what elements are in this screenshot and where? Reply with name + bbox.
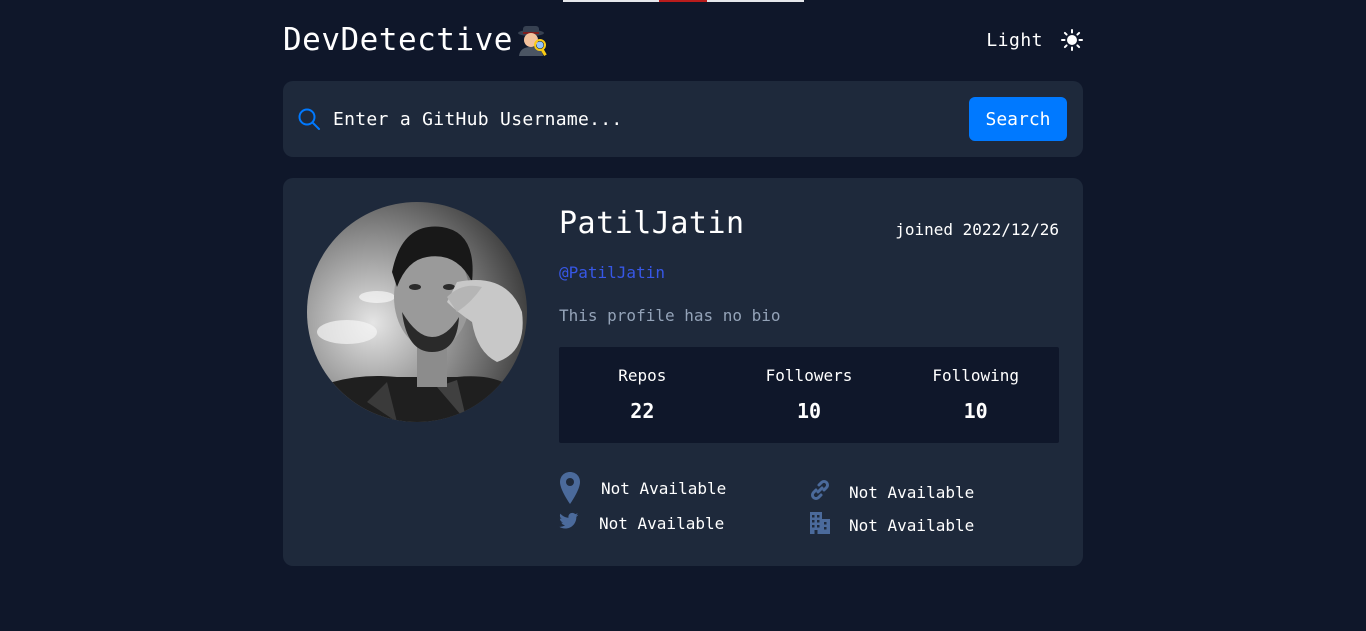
app-container: DevDetective Light Enter a GitHub Userna… [283,0,1083,566]
stat-following: Following 10 [892,347,1059,443]
stat-followers: Followers 10 [726,347,893,443]
search-input[interactable] [331,107,969,131]
theme-label: Light [986,29,1043,51]
name-row: PatilJatin joined 2022/12/26 [559,202,1059,241]
stat-label: Repos [618,366,667,385]
building-icon [809,511,831,539]
link-icon [809,479,831,505]
detective-emoji-icon [515,23,549,57]
bio: This profile has no bio [559,306,781,325]
theme-toggle[interactable]: Light [986,29,1083,51]
twitter-text[interactable]: Not Available [599,514,724,533]
brand: DevDetective [283,22,549,58]
twitter-icon [559,511,579,535]
website-item: Not Available [809,479,974,505]
twitter-item: Not Available [559,511,724,535]
search-icon [297,107,321,131]
profile-name: PatilJatin [559,206,745,241]
stats-panel: Repos 22 Followers 10 Following 10 [559,347,1059,443]
company-text: Not Available [849,515,975,535]
stat-label: Followers [765,366,853,385]
location-item: Not Available [559,471,726,509]
sun-icon [1061,29,1083,51]
stat-repos: Repos 22 [559,347,726,443]
stat-value: 10 [796,399,822,423]
company-item: Not Available [809,511,974,539]
profile-info: PatilJatin joined 2022/12/26 @PatilJatin… [559,202,1059,541]
header: DevDetective Light [283,0,1083,80]
stat-value: 22 [630,399,655,423]
profile-links: Not Available Not Available Not Availabl… [559,471,1059,541]
username-link[interactable]: @PatilJatin [559,263,1059,282]
search-bar: Search [283,81,1083,157]
avatar [307,202,527,422]
brand-title: DevDetective [283,22,513,58]
location-pin-icon [559,471,581,509]
joined-date: joined 2022/12/26 [895,220,1059,239]
search-button[interactable]: Search [969,97,1067,141]
profile-card: PatilJatin joined 2022/12/26 @PatilJatin… [283,178,1083,566]
website-text[interactable]: Not Available [849,483,974,502]
stat-label: Following [932,366,1020,385]
location-text: Not Available [601,478,727,498]
stat-value: 10 [963,399,988,423]
